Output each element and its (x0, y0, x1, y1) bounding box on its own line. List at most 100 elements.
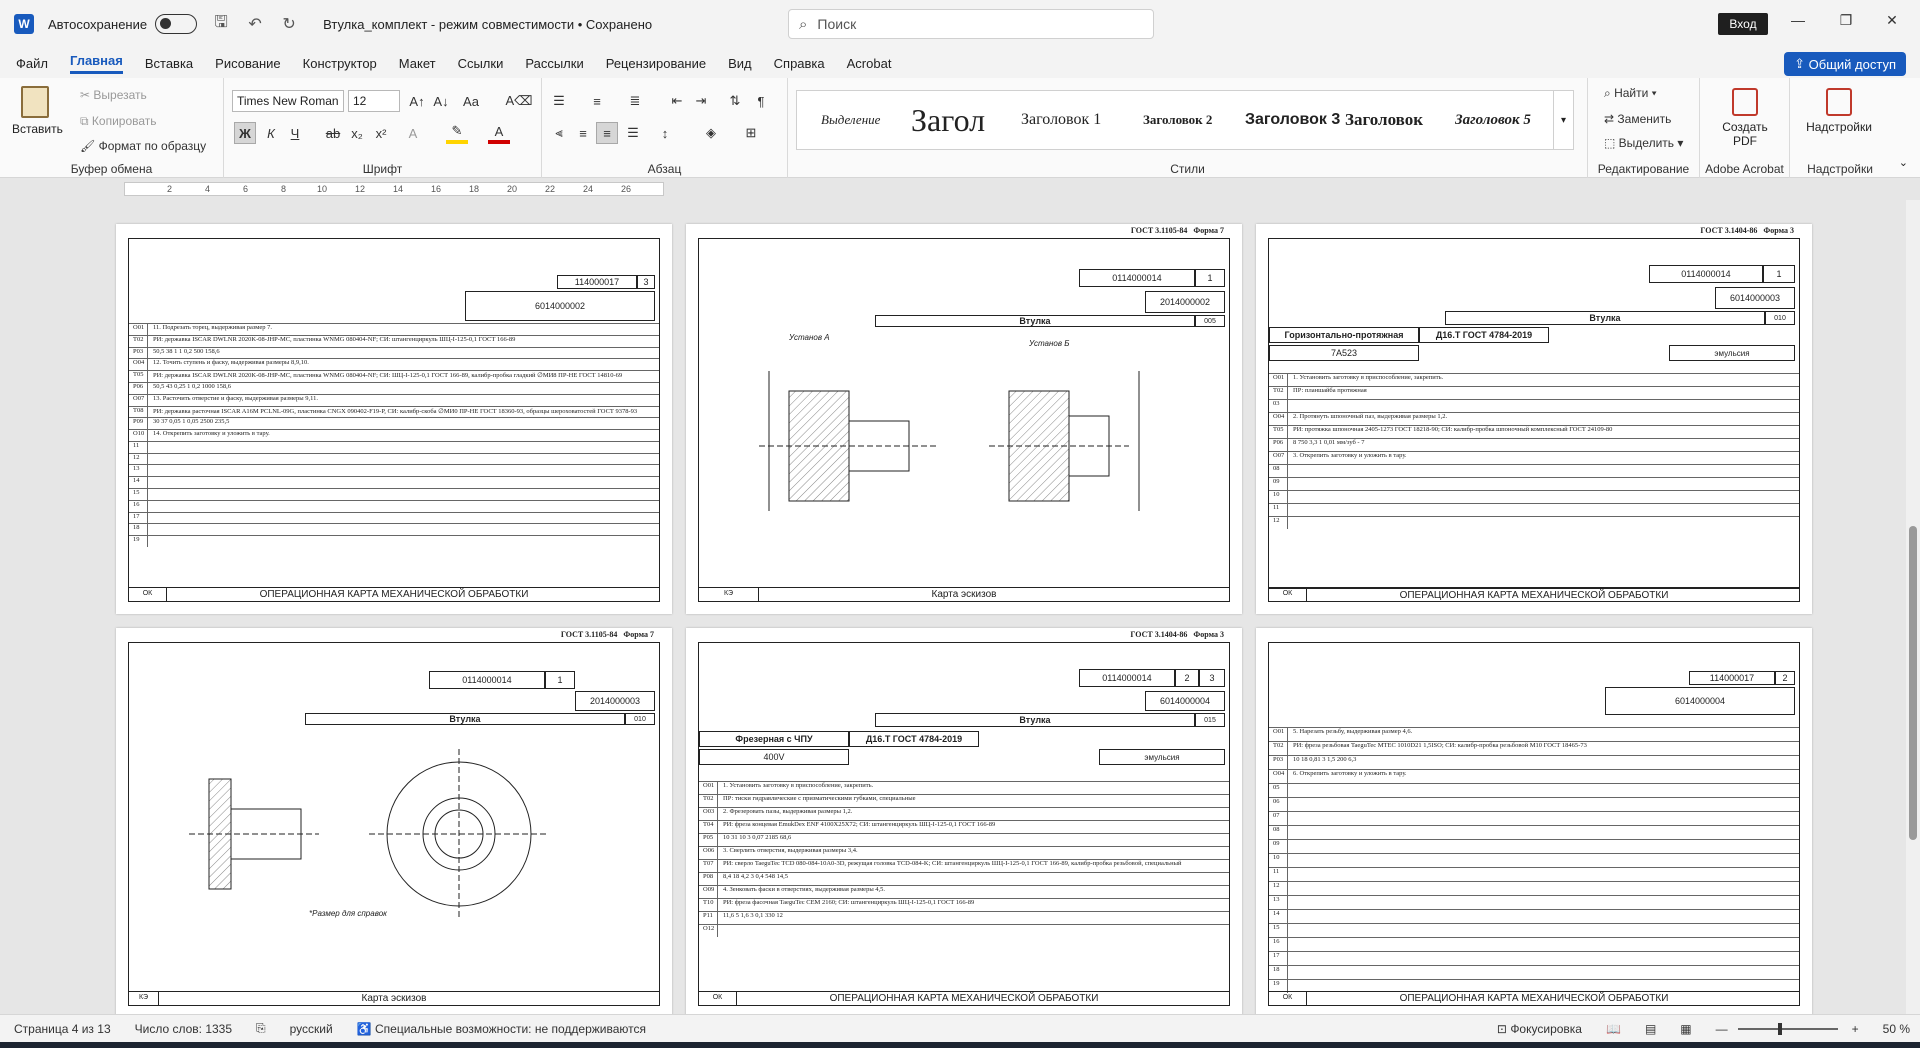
card-frame: 0114000014 1 2014000003 Втулка 010 *Разм… (128, 642, 660, 1006)
ruler-strip[interactable]: 2 4 6 8 10 12 14 16 18 20 22 24 26 (124, 182, 664, 196)
highlight-icon[interactable]: ✎ (446, 122, 468, 144)
vertical-scrollbar[interactable] (1906, 200, 1920, 1014)
create-pdf-button[interactable]: Создать PDF (1714, 88, 1776, 148)
numbering-icon[interactable]: ≡ (586, 90, 608, 112)
page-count[interactable]: Страница 4 из 13 (14, 1022, 111, 1036)
styles-more-icon[interactable]: ▾ (1553, 91, 1573, 149)
format-painter-button[interactable]: 🖌 Формат по образцу (80, 139, 206, 153)
style-title[interactable]: Загол (911, 91, 1021, 149)
ruler-tick: 14 (393, 184, 404, 194)
show-marks-icon[interactable]: ¶ (750, 90, 772, 112)
italic-button[interactable]: К (260, 122, 282, 144)
tab-acrobat[interactable]: Acrobat (847, 56, 892, 71)
decrease-indent-icon[interactable]: ⇤ (666, 90, 688, 112)
proofing-icon[interactable]: ⎘ (256, 1021, 266, 1036)
save-icon[interactable]: 🖫 (211, 11, 231, 38)
select-button[interactable]: ⬚ Выделить ▾ (1604, 136, 1683, 150)
increase-indent-icon[interactable]: ⇥ (690, 90, 712, 112)
tab-insert[interactable]: Вставка (145, 56, 193, 71)
undo-icon[interactable]: ↶ (245, 14, 265, 34)
close-icon[interactable]: ✕ (1880, 12, 1904, 29)
tab-layout[interactable]: Макет (399, 56, 436, 71)
tab-home[interactable]: Главная (69, 53, 123, 74)
ruler-tick: 10 (317, 184, 328, 194)
shrink-font-icon[interactable]: A↓ (430, 90, 452, 112)
copy-button[interactable]: ⧉ Копировать (80, 114, 157, 129)
tab-review[interactable]: Рецензирование (606, 56, 706, 71)
share-button[interactable]: ⇪ Общий доступ (1784, 52, 1906, 76)
row-number: 07 (1273, 812, 1280, 819)
justify-icon[interactable]: ☰ (622, 122, 644, 144)
clear-format-icon[interactable]: A⌫ (505, 90, 532, 112)
tab-file[interactable]: Файл (16, 56, 48, 71)
tab-draw[interactable]: Рисование (215, 56, 280, 71)
align-right-icon[interactable]: ≡ (596, 122, 618, 144)
accessibility-status[interactable]: ♿ Специальные возможности: не поддержива… (357, 1022, 646, 1036)
read-mode-icon[interactable]: 📖 (1606, 1022, 1621, 1036)
document-canvas[interactable]: 114000017 3 6014000002 О01 11. Подрезать … (0, 200, 1920, 1014)
align-left-icon[interactable]: ⫷ (548, 122, 570, 144)
zoom-level[interactable]: 50 % (1883, 1022, 1910, 1036)
superscript-button[interactable]: x² (370, 122, 392, 144)
replace-button[interactable]: ⇄ Заменить (1604, 112, 1671, 126)
restore-icon[interactable]: ❐ (1834, 12, 1858, 29)
font-color-icon[interactable]: A (488, 122, 510, 144)
minimize-icon[interactable]: — (1786, 12, 1810, 28)
borders-icon[interactable]: ⊞ (740, 122, 762, 144)
row-divider (129, 464, 659, 466)
scrollbar-thumb[interactable] (1909, 526, 1917, 840)
document-title[interactable]: Втулка_комплект - режим совместимости • … (323, 17, 652, 32)
tab-references[interactable]: Ссылки (458, 56, 504, 71)
bold-button[interactable]: Ж (234, 122, 256, 144)
word-count[interactable]: Число слов: 1335 (135, 1022, 232, 1036)
font-name-select[interactable]: Times New Roman (232, 90, 344, 112)
find-button[interactable]: ⌕ Найти ▾ (1604, 86, 1657, 101)
underline-button[interactable]: Ч (284, 122, 306, 144)
zoom-in-icon[interactable]: + (1852, 1022, 1859, 1036)
signin-button[interactable]: Вход (1718, 13, 1768, 35)
card-frame: 0114000014 2 3 6014000004 Втулка 015 Фре… (698, 642, 1230, 1006)
strikethrough-button[interactable]: ab (322, 122, 344, 144)
search-box[interactable]: ⌕ Поиск (788, 9, 1154, 39)
style-emphasis[interactable]: Выделение (821, 91, 901, 149)
shading-icon[interactable]: ◈ (700, 122, 722, 144)
bullets-icon[interactable]: ☰ (548, 90, 570, 112)
row-text: 1. Установить заготовку в приспособление… (1293, 374, 1444, 381)
zoom-slider[interactable] (1737, 1022, 1838, 1035)
autosave-toggle[interactable] (155, 14, 198, 34)
zoom-thumb[interactable] (1777, 1022, 1782, 1035)
style-heading[interactable]: Заголовок (1345, 91, 1449, 149)
page-sketch-card-2: ГОСТ 3.1105-84 Форма 7 0114000014 1 2014… (116, 628, 672, 1014)
tab-mailings[interactable]: Рассылки (525, 56, 583, 71)
tab-view[interactable]: Вид (728, 56, 752, 71)
style-heading-5[interactable]: Заголовок 5 (1455, 91, 1549, 149)
change-case-icon[interactable]: Aa (460, 90, 482, 112)
cut-button[interactable]: ✂ Вырезать (80, 88, 147, 102)
addins-button[interactable]: Надстройки (1794, 88, 1884, 134)
ruler-tick: 4 (205, 184, 211, 194)
line-spacing-icon[interactable]: ↕ (654, 122, 676, 144)
tab-help[interactable]: Справка (774, 56, 825, 71)
focus-mode[interactable]: ⊡ Фокусировка (1497, 1022, 1582, 1036)
text-effects-icon[interactable]: A (402, 122, 424, 144)
align-center-icon[interactable]: ≡ (572, 122, 594, 144)
redo-icon[interactable]: ↻ (279, 14, 299, 34)
multilevel-list-icon[interactable]: ≣ (624, 90, 646, 112)
web-layout-icon[interactable]: ▦ (1680, 1022, 1691, 1036)
style-heading-2[interactable]: Заголовок 2 (1143, 91, 1239, 149)
print-layout-icon[interactable]: ▤ (1645, 1022, 1656, 1036)
tab-design[interactable]: Конструктор (303, 56, 377, 71)
grow-font-icon[interactable]: A↑ (406, 90, 428, 112)
style-heading-3[interactable]: Заголовок 3 (1245, 91, 1341, 149)
paste-button[interactable]: Вставить (12, 86, 63, 136)
zoom-out-icon[interactable]: — (1716, 1022, 1728, 1036)
style-heading-1[interactable]: Заголовок 1 (1021, 91, 1131, 149)
ok-label: ОК (1269, 587, 1307, 601)
subscript-button[interactable]: x₂ (346, 122, 368, 144)
font-name-value: Times New Roman (237, 94, 339, 108)
font-size-select[interactable]: 12 (348, 90, 400, 112)
collapse-ribbon-icon[interactable]: ⌄ (1899, 156, 1908, 169)
language[interactable]: русский (290, 1022, 333, 1036)
ribbon: Вставить ✂ Вырезать ⧉ Копировать 🖌 Форма… (0, 78, 1920, 178)
sort-icon[interactable]: ⇅ (724, 90, 746, 112)
